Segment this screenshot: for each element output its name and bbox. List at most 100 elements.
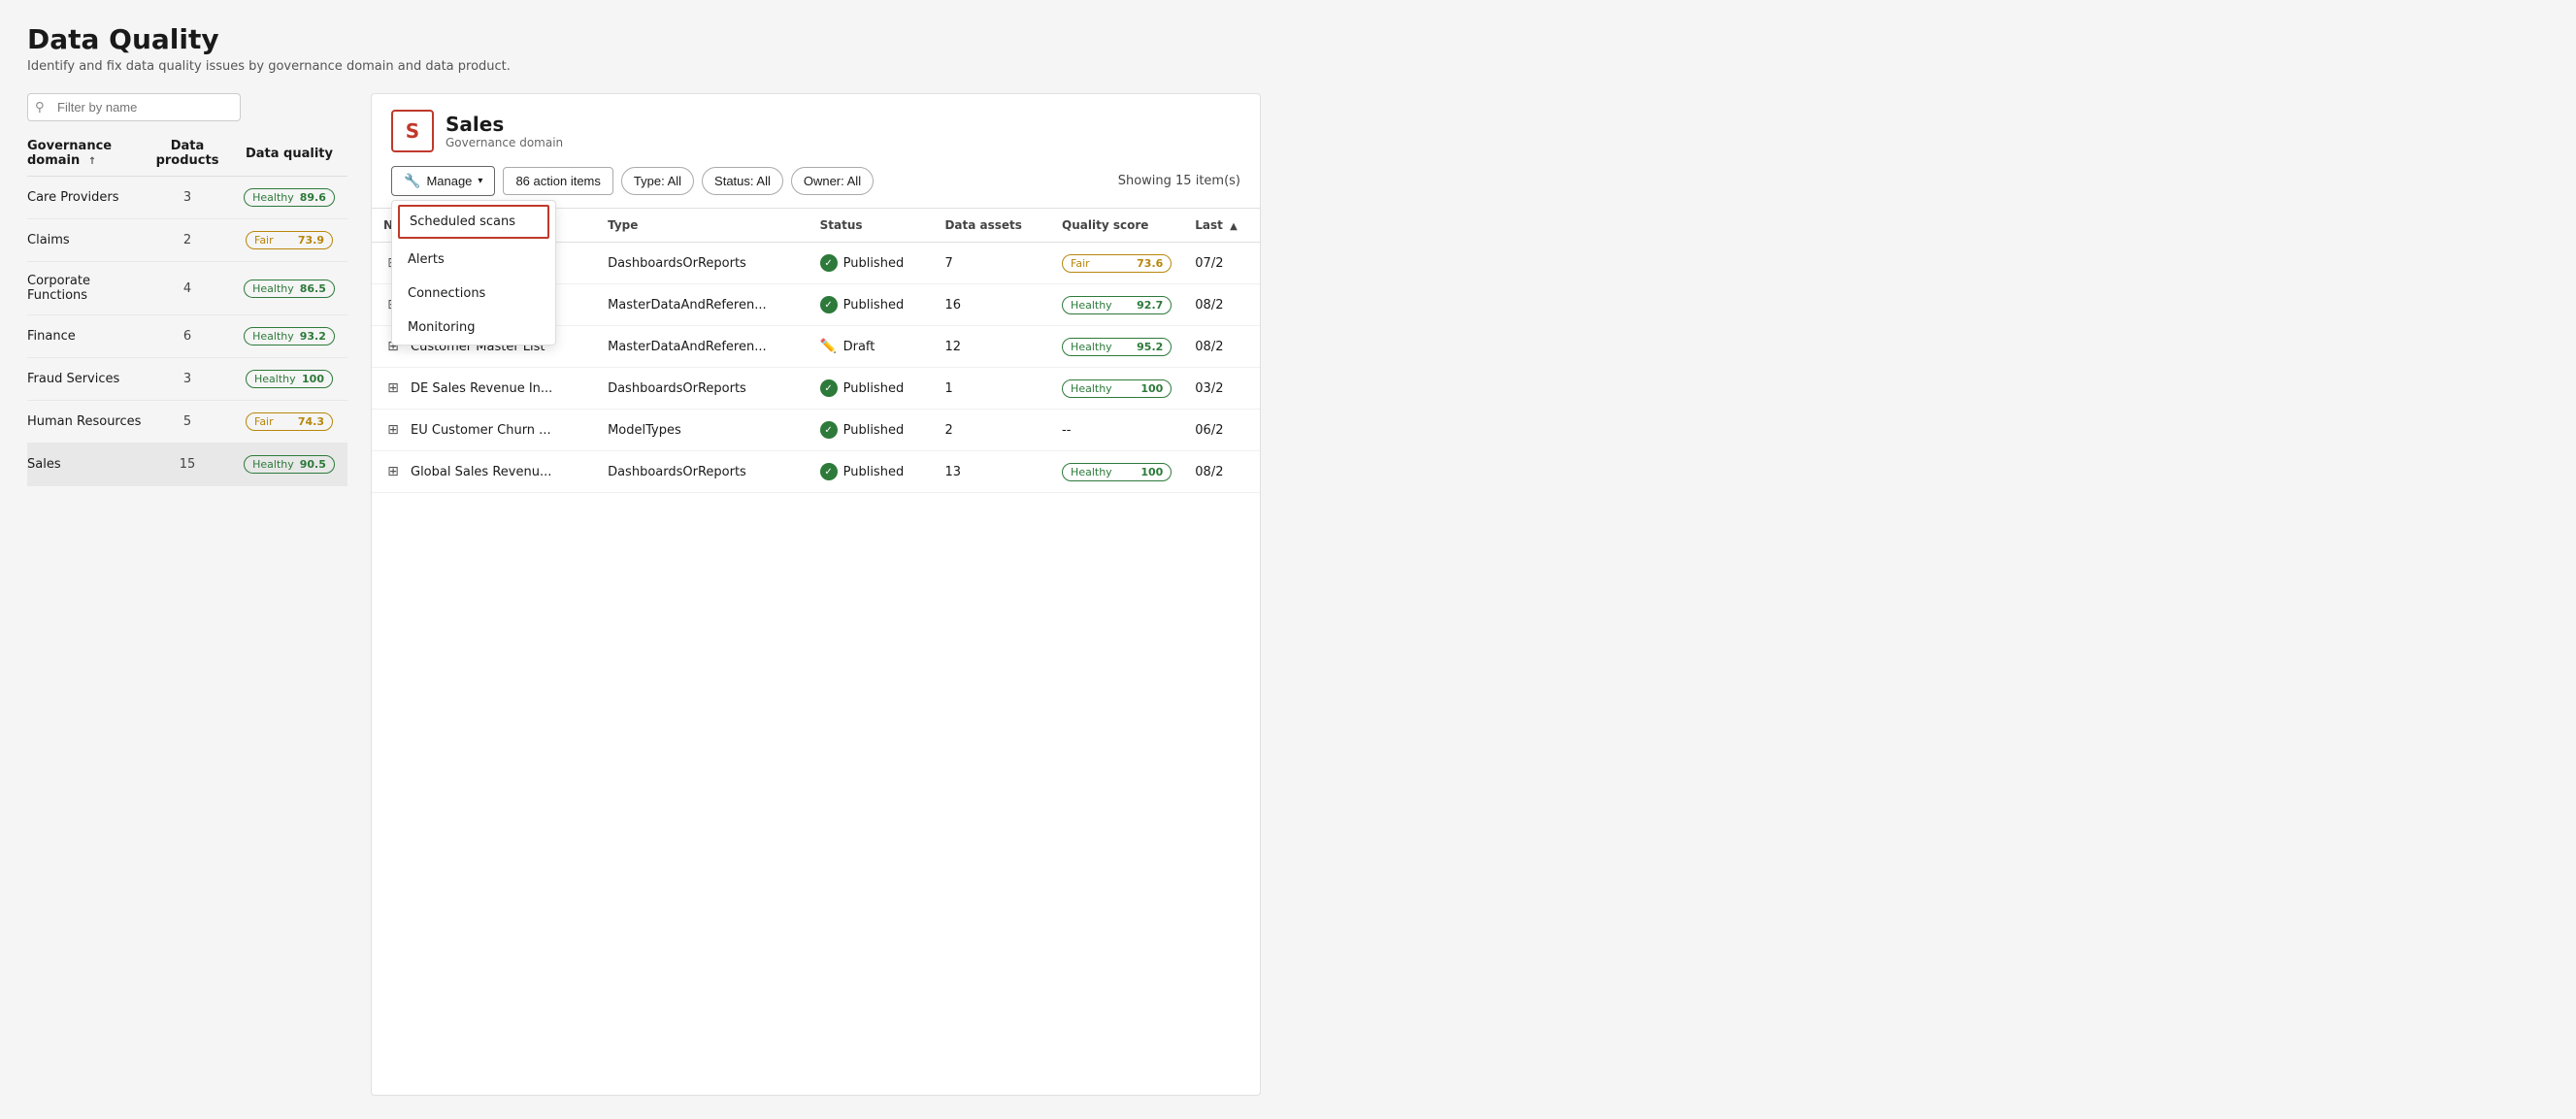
list-item[interactable]: Care Providers 3 Healthy 89.6: [27, 177, 347, 219]
status-filter-button[interactable]: Status: All: [702, 167, 783, 195]
dropdown-item-connections[interactable]: Connections: [392, 277, 555, 311]
published-icon: ✓: [820, 296, 838, 313]
manage-button[interactable]: 🔧 Manage ▾: [391, 166, 495, 196]
main-content: ⚲ Governance domain ↑ Data products Data…: [27, 93, 1261, 1096]
search-input[interactable]: [27, 93, 241, 121]
domain-avatar: S: [391, 110, 434, 152]
product-name-cell: ⊞ DE Sales Revenue In...: [383, 378, 584, 398]
th-status: Status: [809, 209, 934, 243]
published-icon: ✓: [820, 463, 838, 480]
status-label: Published: [843, 298, 905, 313]
list-item[interactable]: Fraud Services 3 Healthy 100: [27, 358, 347, 401]
td-status: ✓ Published: [809, 410, 934, 451]
chevron-down-icon: ▾: [478, 176, 482, 186]
table-row[interactable]: ⊞ DE Sales Revenue In... DashboardsOrRep…: [372, 368, 1260, 410]
td-quality-score: Healthy 100: [1050, 368, 1183, 410]
badge-label: Healthy: [1071, 466, 1112, 478]
status-label: Published: [843, 465, 905, 479]
td-type: DashboardsOrReports: [596, 451, 809, 493]
td-last: 08/2: [1183, 284, 1260, 326]
list-item[interactable]: Finance 6 Healthy 93.2: [27, 315, 347, 358]
quality-badge: Fair 73.6: [1062, 254, 1172, 273]
product-icon: ⊞: [383, 462, 403, 481]
product-icon: ⊞: [383, 420, 403, 440]
td-data-assets: 7: [933, 243, 1050, 284]
badge-score: 93.2: [300, 330, 326, 343]
td-quality-score: --: [1050, 410, 1183, 451]
status-cell: ✓ Published: [820, 421, 922, 439]
action-items-label: 86 action items: [515, 174, 600, 188]
td-last: 08/2: [1183, 451, 1260, 493]
header-domain: Governance domain ↑: [27, 139, 144, 168]
filter-icon: ⚲: [35, 100, 45, 115]
action-items-button[interactable]: 86 action items: [503, 167, 612, 195]
domain-list: Care Providers 3 Healthy 89.6 Claims 2 F…: [27, 177, 347, 486]
domain-name: Claims: [27, 233, 144, 247]
td-data-assets: 2: [933, 410, 1050, 451]
left-panel: ⚲ Governance domain ↑ Data products Data…: [27, 93, 347, 1096]
td-quality-score: Fair 73.6: [1050, 243, 1183, 284]
td-last: 08/2: [1183, 326, 1260, 368]
badge-label: Fair: [254, 234, 274, 247]
dropdown-item-alerts[interactable]: Alerts: [392, 243, 555, 277]
list-item[interactable]: Sales 15 Healthy 90.5: [27, 444, 347, 486]
badge-label: Healthy: [252, 191, 294, 204]
table-row[interactable]: ⊞ Global Sales Revenu... DashboardsOrRep…: [372, 451, 1260, 493]
td-name: ⊞ Global Sales Revenu...: [372, 451, 596, 493]
domain-name: Finance: [27, 329, 144, 344]
domain-info: Sales Governance domain: [446, 113, 563, 149]
quality-badge: Healthy 93.2: [244, 327, 335, 346]
domain-name: Care Providers: [27, 190, 144, 205]
product-name-cell: ⊞ Global Sales Revenu...: [383, 462, 584, 481]
badge-score: 92.7: [1137, 299, 1163, 312]
status-cell: ✓ Published: [820, 463, 922, 480]
td-type: MasterDataAndReferen...: [596, 284, 809, 326]
badge-label: Healthy: [252, 330, 294, 343]
domain-name: Fraud Services: [27, 372, 144, 386]
quality-badge: Healthy 100: [246, 370, 333, 388]
wrench-icon: 🔧: [404, 173, 420, 189]
table-row[interactable]: ⊞ EU Customer Churn ... ModelTypes ✓ Pub…: [372, 410, 1260, 451]
badge-label: Fair: [254, 415, 274, 428]
badge-score: 86.5: [300, 282, 326, 295]
owner-filter-button[interactable]: Owner: All: [791, 167, 874, 195]
td-quality-score: Healthy 95.2: [1050, 326, 1183, 368]
draft-icon: ✏️: [820, 338, 838, 355]
badge-label: Fair: [1071, 257, 1090, 270]
status-cell: ✓ Published: [820, 379, 922, 397]
status-label: Published: [843, 423, 905, 438]
domain-name: Corporate Functions: [27, 274, 144, 303]
td-data-assets: 1: [933, 368, 1050, 410]
domain-name: Human Resources: [27, 414, 144, 429]
right-header: S Sales Governance domain 🔧 Manage ▾: [372, 94, 1260, 209]
dropdown-item-monitoring[interactable]: Monitoring: [392, 311, 555, 345]
filter-wrapper: ⚲: [27, 93, 347, 121]
product-name-cell: ⊞ EU Customer Churn ...: [383, 420, 584, 440]
th-quality-score: Quality score: [1050, 209, 1183, 243]
status-label: Published: [843, 256, 905, 271]
quality-badge: Fair 73.9: [246, 231, 333, 249]
td-quality-score: Healthy 92.7: [1050, 284, 1183, 326]
domain-quality-badge: Healthy 100: [231, 370, 347, 388]
header-products: Data products: [144, 139, 231, 168]
list-item[interactable]: Human Resources 5 Fair 74.3: [27, 401, 347, 444]
domain-quality-badge: Healthy 86.5: [231, 280, 347, 298]
list-item[interactable]: Corporate Functions 4 Healthy 86.5: [27, 262, 347, 315]
page-subtitle: Identify and fix data quality issues by …: [27, 59, 1261, 74]
list-item[interactable]: Claims 2 Fair 73.9: [27, 219, 347, 262]
badge-label: Healthy: [252, 282, 294, 295]
table-header: Governance domain ↑ Data products Data q…: [27, 131, 347, 177]
domain-products-count: 4: [144, 281, 231, 296]
quality-badge: Fair 74.3: [246, 412, 333, 431]
type-filter-button[interactable]: Type: All: [621, 167, 694, 195]
td-status: ✓ Published: [809, 243, 934, 284]
product-name: Global Sales Revenu...: [411, 465, 551, 479]
dropdown-item-scheduled-scans[interactable]: Scheduled scans: [398, 205, 549, 239]
th-data-assets: Data assets: [933, 209, 1050, 243]
badge-label: Healthy: [1071, 382, 1112, 395]
domain-products-count: 3: [144, 372, 231, 386]
td-name: ⊞ DE Sales Revenue In...: [372, 368, 596, 410]
quality-badge: Healthy 100: [1062, 463, 1172, 481]
td-last: 07/2: [1183, 243, 1260, 284]
domain-products-count: 15: [144, 457, 231, 472]
